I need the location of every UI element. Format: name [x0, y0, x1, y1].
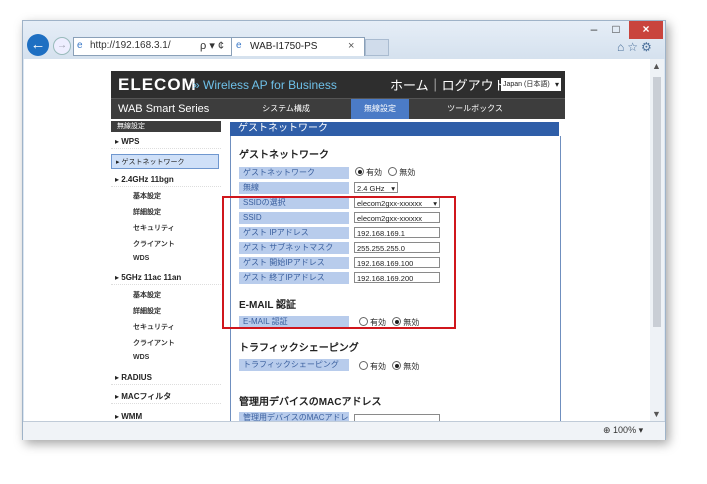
highlight-box	[222, 196, 456, 329]
sidebar-item-guest[interactable]: ▸ ゲストネットワーク	[111, 154, 219, 169]
chevron-down-icon: ▾	[391, 184, 395, 193]
title-bar: – □ × ← → e http://192.168.3.1/ ρ ▾ ¢ e …	[23, 21, 665, 59]
sidebar-sub-security[interactable]: セキュリティ	[133, 223, 175, 233]
main-nav: WAB Smart Series システム構成 無線設定 ツールボックス	[111, 98, 565, 119]
minimize-button[interactable]: –	[583, 21, 605, 39]
tab-toolbox[interactable]: ツールボックス	[439, 99, 511, 119]
sidebar-item-wps[interactable]: ▸ WPS	[111, 135, 221, 149]
radio-off-icon[interactable]	[392, 361, 402, 370]
sidebar-sub-basic-5g[interactable]: 基本設定	[133, 290, 161, 300]
tab-close-icon[interactable]: ×	[348, 40, 354, 52]
browser-window: – □ × ← → e http://192.168.3.1/ ρ ▾ ¢ e …	[22, 20, 666, 440]
tab-title: WAB-I1750-PS	[250, 41, 318, 52]
sidebar-sub-security-5g[interactable]: セキュリティ	[133, 322, 175, 332]
scroll-thumb[interactable]	[653, 77, 661, 327]
mac-input[interactable]	[354, 414, 440, 421]
section-title-mac: 管理用デバイスのMACアドレス	[239, 397, 382, 408]
sidebar-item-24ghz[interactable]: ▸ 2.4GHz 11bgn	[111, 173, 221, 187]
sidebar-title: 無線設定	[111, 121, 221, 132]
sidebar: 無線設定 ▸ WPS ▸ ゲストネットワーク ▸ 2.4GHz 11bgn 基本…	[111, 121, 221, 421]
mac-label: 管理用デバイスのMACアドレ	[239, 412, 349, 421]
ie-tab-icon: e	[236, 40, 242, 51]
page-viewport: ELECOM » Wireless AP for Business ホーム｜ログ…	[24, 59, 650, 421]
home-logout-links[interactable]: ホーム｜ログアウト	[390, 75, 507, 94]
sidebar-sub-client[interactable]: クライアント	[133, 239, 175, 249]
new-tab-button[interactable]	[365, 39, 389, 56]
series-name: WAB Smart Series	[118, 103, 210, 115]
field-label-radio: 無線	[239, 182, 349, 194]
sidebar-item-wmm[interactable]: ▸ WMM	[111, 410, 221, 421]
chevron-down-icon: ▾	[554, 80, 559, 89]
sidebar-item-5ghz[interactable]: ▸ 5GHz 11ac 11an	[111, 271, 221, 285]
traffic-label: トラフィックシェーピング	[239, 359, 349, 371]
sidebar-sub-advanced[interactable]: 詳細設定	[133, 207, 161, 217]
sidebar-sub-wds[interactable]: WDS	[133, 255, 149, 262]
section-title-guest: ゲストネットワーク	[239, 150, 329, 161]
scroll-up-icon[interactable]: ▲	[652, 61, 661, 71]
sidebar-sub-client-5g[interactable]: クライアント	[133, 338, 175, 348]
sidebar-sub-advanced-5g[interactable]: 詳細設定	[133, 306, 161, 316]
radio-off-icon[interactable]	[388, 167, 398, 176]
section-title-traffic: トラフィックシェーピング	[239, 343, 359, 354]
sidebar-sub-basic[interactable]: 基本設定	[133, 191, 161, 201]
elecom-header: ELECOM » Wireless AP for Business ホーム｜ログ…	[111, 71, 565, 98]
sidebar-item-macfilter[interactable]: ▸ MACフィルタ	[111, 390, 221, 404]
language-select[interactable]: Japan (日本語) ▾	[501, 78, 561, 91]
panel-title: ゲストネットワーク	[230, 122, 559, 136]
browser-tab[interactable]: e WAB-I1750-PS ×	[231, 37, 365, 56]
radio-on-icon[interactable]	[359, 361, 368, 370]
guest-network-label: ゲストネットワーク	[239, 167, 349, 179]
maximize-button[interactable]: □	[605, 21, 627, 39]
tagline: » Wireless AP for Business	[193, 78, 337, 92]
elecom-logo: ELECOM	[118, 75, 197, 94]
traffic-radios[interactable]: 有効 無効	[359, 361, 419, 372]
address-actions-icon[interactable]: ρ ▾ ¢	[200, 39, 224, 52]
forward-arrow-icon[interactable]: →	[53, 37, 71, 55]
ie-page-icon: e	[77, 40, 83, 51]
guest-network-radios[interactable]: 有効 無効	[355, 167, 415, 178]
tab-system[interactable]: システム構成	[251, 99, 321, 119]
zoom-level[interactable]: ⊕ 100% ▾	[603, 425, 643, 436]
home-star-gear-icons[interactable]: ⌂☆⚙	[617, 40, 655, 54]
radio-on-icon[interactable]	[355, 167, 364, 176]
vertical-scrollbar[interactable]: ▲ ▼	[650, 59, 664, 421]
tab-wireless[interactable]: 無線設定	[351, 99, 409, 119]
language-value: Japan (日本語)	[503, 81, 550, 88]
radio-band-select[interactable]: 2.4 GHz ▾	[354, 182, 398, 193]
address-url: http://192.168.3.1/	[90, 40, 171, 51]
address-bar[interactable]: e http://192.168.3.1/ ρ ▾ ¢	[73, 37, 233, 56]
sidebar-sub-wds-5g[interactable]: WDS	[133, 354, 149, 361]
status-bar: ⊕ 100% ▾	[23, 421, 665, 440]
sidebar-item-radius[interactable]: ▸ RADIUS	[111, 371, 221, 385]
scroll-down-icon[interactable]: ▼	[652, 409, 661, 419]
back-arrow-icon[interactable]: ←	[27, 34, 49, 56]
close-button[interactable]: ×	[629, 21, 663, 39]
